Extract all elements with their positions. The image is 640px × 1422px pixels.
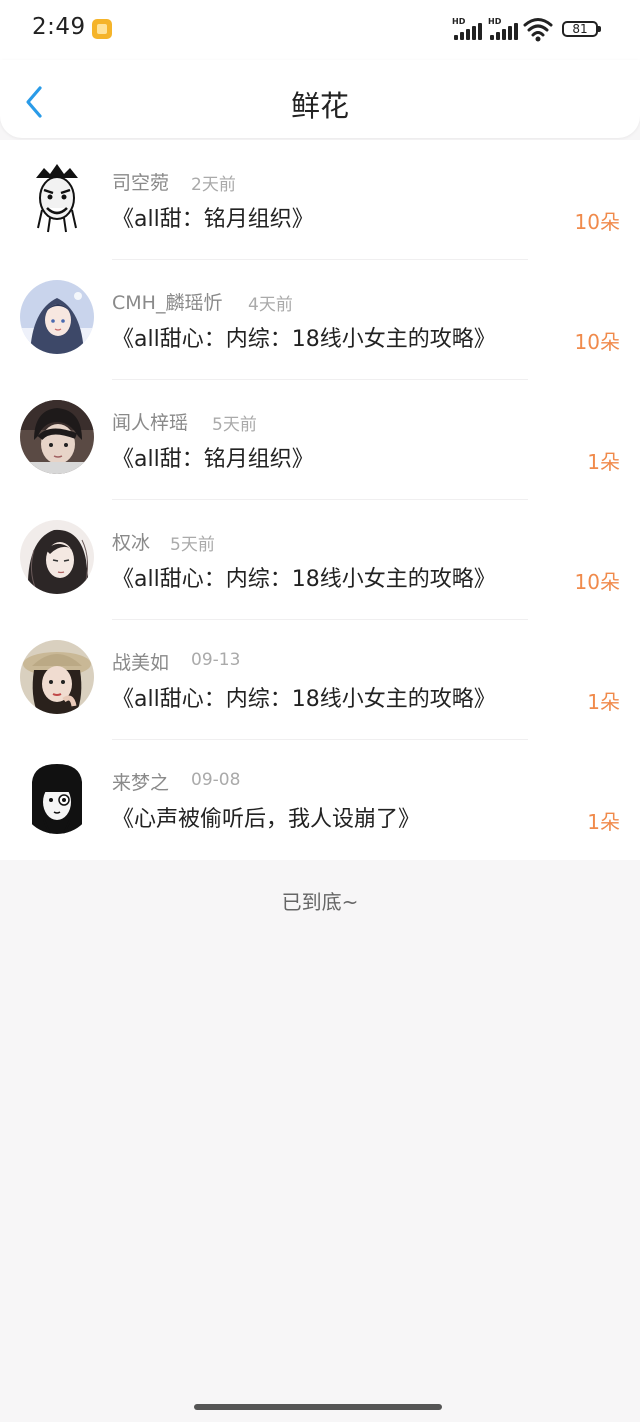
- signal-hd-label: HD: [452, 17, 466, 26]
- signal-hd-label: HD: [488, 17, 502, 26]
- page-title: 鲜花: [290, 89, 349, 123]
- avatar[interactable]: [20, 160, 94, 234]
- flower-count: 1朵: [587, 690, 620, 714]
- list-item[interactable]: 司空菀 2天前 《all甜：铭月组织》 10朵: [0, 140, 640, 260]
- avatar[interactable]: [20, 400, 94, 474]
- list-item[interactable]: 闻人梓瑶 5天前 《all甜：铭月组织》 1朵: [0, 380, 640, 500]
- wifi-icon: [523, 18, 553, 42]
- status-time: 2:49: [32, 14, 86, 40]
- flower-count: 1朵: [587, 810, 620, 834]
- flower-count: 10朵: [574, 330, 620, 354]
- list-item[interactable]: 来梦之 09-08 《心声被偷听后，我人设崩了》 1朵: [0, 740, 640, 860]
- gift-time: 5天前: [212, 415, 257, 435]
- avatar[interactable]: [20, 640, 94, 714]
- book-title[interactable]: 《all甜：铭月组织》: [112, 201, 314, 233]
- gift-time: 2天前: [191, 175, 236, 195]
- book-title[interactable]: 《all甜心：内综：18线小女主的攻略》: [112, 321, 496, 353]
- book-title[interactable]: 《all甜心：内综：18线小女主的攻略》: [112, 681, 496, 713]
- list-item[interactable]: 战美如 09-13 《all甜心：内综：18线小女主的攻略》 1朵: [0, 620, 640, 740]
- gift-time: 4天前: [248, 295, 293, 315]
- book-title[interactable]: 《all甜：铭月组织》: [112, 441, 314, 473]
- user-name: 来梦之: [112, 772, 170, 794]
- avatar[interactable]: [20, 280, 94, 354]
- list-item[interactable]: CMH_麟瑶忻 4天前 《all甜心：内综：18线小女主的攻略》 10朵: [0, 260, 640, 380]
- home-indicator[interactable]: [194, 1404, 442, 1410]
- gift-time: 09-13: [191, 650, 241, 670]
- avatar[interactable]: [20, 760, 94, 834]
- avatar[interactable]: [20, 520, 94, 594]
- user-name: CMH_麟瑶忻: [112, 292, 223, 314]
- flower-count: 1朵: [587, 450, 620, 474]
- book-title[interactable]: 《心声被偷听后，我人设崩了》: [112, 801, 420, 833]
- battery-icon: 81: [562, 21, 601, 37]
- flower-list: 司空菀 2天前 《all甜：铭月组织》 10朵 CMH_麟瑶忻 4天前 《all…: [0, 140, 640, 860]
- signal-icon: HD: [452, 17, 482, 40]
- end-of-list-text: 已到底~: [281, 890, 359, 914]
- gift-time: 5天前: [170, 535, 215, 555]
- app-header: 鲜花: [0, 60, 640, 138]
- flower-count: 10朵: [574, 210, 620, 234]
- user-name: 闻人梓瑶: [112, 412, 189, 434]
- book-title[interactable]: 《all甜心：内综：18线小女主的攻略》: [112, 561, 496, 593]
- signal-icon: HD: [488, 17, 518, 40]
- gift-time: 09-08: [191, 770, 241, 790]
- user-name: 权冰: [112, 532, 151, 554]
- flower-count: 10朵: [574, 570, 620, 594]
- status-bar: 2:49 HD HD 81: [0, 0, 640, 60]
- user-name: 司空菀: [112, 172, 170, 194]
- user-name: 战美如: [112, 652, 170, 674]
- list-item[interactable]: 权冰 5天前 《all甜心：内综：18线小女主的攻略》 10朵: [0, 500, 640, 620]
- notification-app-icon: [92, 19, 112, 39]
